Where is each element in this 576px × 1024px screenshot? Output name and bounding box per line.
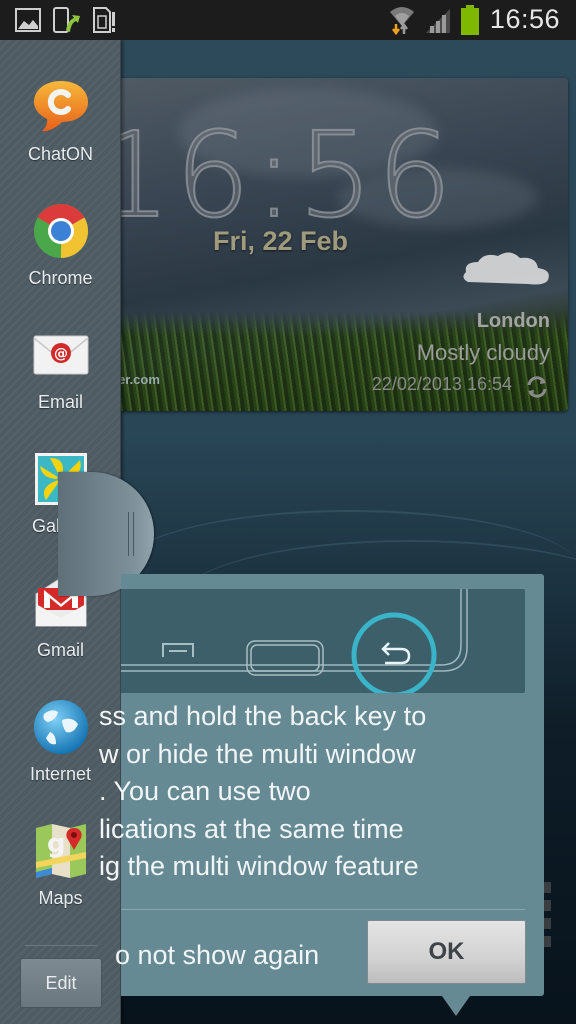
widget-date: Fri, 22 Feb: [213, 226, 349, 256]
wifi-icon: [390, 7, 414, 36]
tray-app-chrome[interactable]: Chrome: [0, 202, 121, 326]
tray-app-chaton[interactable]: ChatON: [0, 78, 121, 202]
tray-app-label: Email: [37, 392, 83, 412]
dialog-message-line: ig the multi window feature: [99, 851, 419, 881]
chrome-icon: [34, 203, 89, 258]
menu-key-icon: [162, 643, 194, 657]
weather-city: London: [476, 310, 550, 332]
highlight-ring: [351, 612, 437, 693]
tray-app-label: Chrome: [28, 268, 93, 288]
svg-text:@: @: [54, 346, 68, 362]
widget-clock: 16:56: [118, 105, 457, 245]
dialog-message: ss and hold the back key to w or hide th…: [99, 698, 529, 886]
dialog-message-line: w or hide the multi window: [99, 738, 416, 769]
weather-condition: Mostly cloudy: [416, 340, 550, 365]
multi-window-help-dialog: ss and hold the back key to w or hide th…: [99, 574, 544, 996]
battery-icon: [461, 5, 479, 35]
sim-card-alert-icon: [93, 7, 115, 33]
dialog-message-line: ss and hold the back key to: [99, 701, 427, 731]
dialog-message-line: lications at the same time: [99, 813, 404, 844]
signal-icon: [426, 9, 450, 33]
weather-updated-time: 22/02/2013 16:54: [371, 374, 512, 394]
tray-edit-button[interactable]: Edit: [20, 958, 102, 1008]
tray-app-email[interactable]: @ Email: [0, 326, 121, 450]
tray-app-label: Gmail: [36, 640, 84, 660]
maps-icon: g: [36, 824, 86, 878]
email-icon: @: [33, 335, 89, 375]
phone-bottom-outline: [121, 589, 468, 693]
dialog-message-line: . You can use two: [99, 776, 311, 806]
ok-button[interactable]: OK: [367, 920, 526, 984]
navigation-keys-illustration: [121, 589, 525, 693]
tray-app-label: Maps: [38, 888, 83, 908]
do-not-show-again-checkbox[interactable]: o not show again: [115, 940, 319, 971]
tray-app-label: ChatON: [27, 144, 94, 164]
svg-text:g: g: [47, 829, 66, 859]
tray-divider: [25, 945, 97, 946]
back-key-icon: [381, 642, 411, 665]
status-bar: 16:56: [0, 0, 576, 40]
home-key-icon: [246, 640, 324, 676]
internet-icon: [34, 700, 88, 754]
weather-provider: er.com: [118, 372, 160, 387]
upload-notification-icon: [53, 7, 80, 33]
page-indicator: [544, 882, 552, 954]
gallery-notification-icon: [15, 8, 41, 32]
dialog-divider: [121, 909, 525, 910]
screen: 16:56 Fri, 22 Feb London Mostly cloudy 2…: [0, 0, 576, 1024]
chaton-icon: [34, 81, 88, 132]
status-clock: 16:56: [489, 4, 560, 34]
dialog-pointer: [442, 996, 470, 1016]
weather-clock-widget[interactable]: 16:56 Fri, 22 Feb London Mostly cloudy 2…: [118, 78, 568, 411]
cloud-icon: [463, 252, 549, 285]
grip-icon: [128, 512, 134, 556]
refresh-icon[interactable]: [524, 374, 550, 400]
